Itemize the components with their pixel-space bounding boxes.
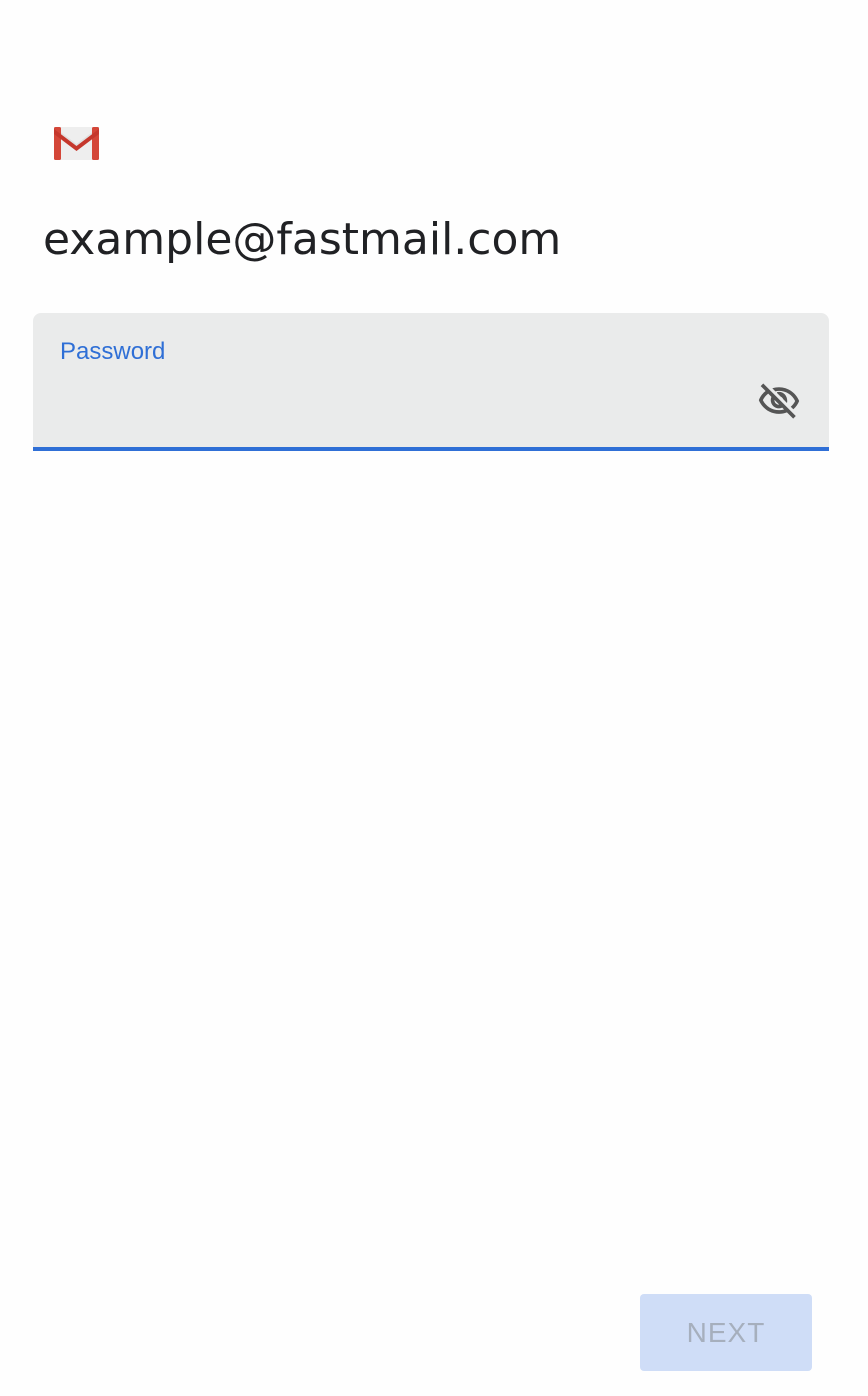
add-account-password-screen: example@fastmail.com Password NEXT <box>0 0 868 1396</box>
password-field[interactable]: Password <box>33 313 829 451</box>
gmail-logo-icon <box>54 127 99 160</box>
next-button[interactable]: NEXT <box>640 1294 812 1371</box>
password-label: Password <box>60 338 166 365</box>
account-email: example@fastmail.com <box>43 214 562 265</box>
password-input[interactable] <box>60 381 740 421</box>
visibility-off-icon <box>758 383 800 419</box>
password-visibility-toggle[interactable] <box>753 377 805 425</box>
